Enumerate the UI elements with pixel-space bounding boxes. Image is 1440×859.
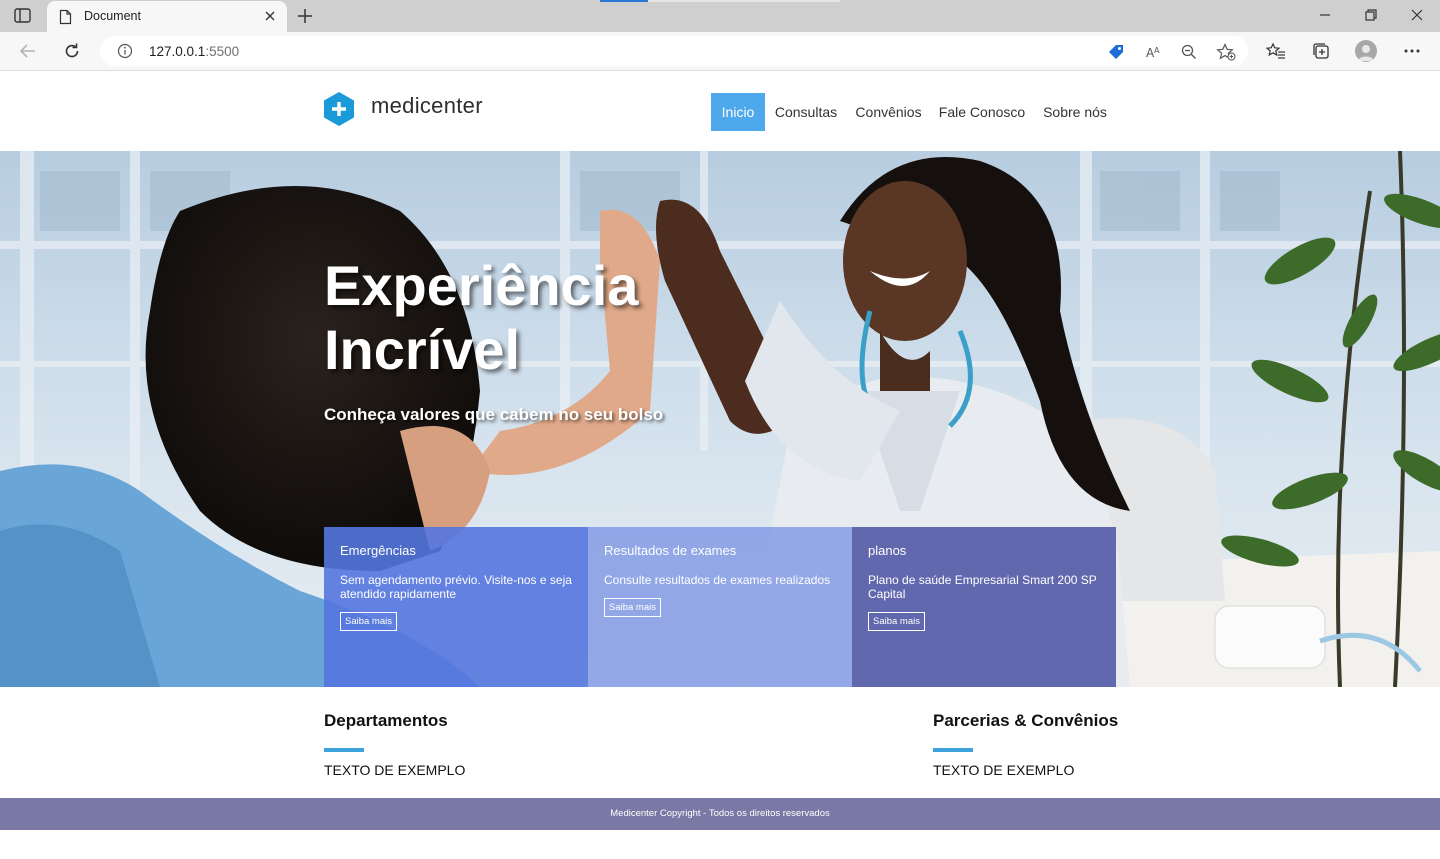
address-toolbar: 127.0.0.1:5500 AA (0, 32, 1440, 71)
url-host: 127.0.0.1 (149, 44, 206, 59)
section-text: TEXTO DE EXEMPLO (933, 762, 1075, 778)
restore-icon[interactable] (1364, 8, 1378, 27)
saiba-mais-button[interactable]: Saiba mais (604, 598, 661, 617)
back-arrow-icon[interactable] (18, 41, 38, 66)
url-port: :5500 (205, 44, 240, 59)
new-tab-icon[interactable] (296, 7, 314, 30)
card-text: Consulte resultados de exames realizados (604, 573, 831, 587)
card-planos: planos Plano de saúde Empresarial Smart … (852, 527, 1116, 687)
browser-tab-strip: Document (0, 0, 1440, 32)
saiba-mais-button[interactable]: Saiba mais (340, 612, 397, 631)
site-footer: Medicenter Copyright - Todos os direitos… (0, 798, 1440, 830)
document-icon (59, 9, 72, 30)
site-info-icon[interactable] (117, 43, 133, 64)
service-cards: Emergências Sem agendamento prévio. Visi… (324, 527, 1116, 687)
favorites-icon[interactable] (1265, 41, 1286, 66)
section-title: Departamentos (324, 711, 448, 730)
logo-text[interactable]: medicenter (371, 93, 483, 119)
nav-item-consultas[interactable]: Consultas (770, 93, 842, 131)
close-window-icon[interactable] (1410, 8, 1424, 27)
copyright-text: Medicenter Copyright - Todos os direitos… (610, 808, 830, 819)
site-header: medicenter Inicio Consultas Convênios Fa… (0, 71, 1440, 151)
nav-item-convenios[interactable]: Convênios (853, 93, 924, 131)
hero-title-line-1: Experiência (324, 254, 639, 317)
tab-actions-icon[interactable] (14, 8, 32, 24)
loading-indicator (600, 0, 840, 2)
collections-icon[interactable] (1311, 41, 1331, 66)
browser-tab[interactable]: Document (47, 1, 287, 32)
hero-title: Experiência Incrível (324, 254, 744, 382)
tab-title: Document (84, 9, 141, 23)
shopping-tag-icon[interactable] (1107, 43, 1125, 66)
hero-title-line-2: Incrível (324, 318, 521, 381)
card-title: Emergências (340, 543, 416, 558)
section-text: TEXTO DE EXEMPLO (324, 762, 466, 778)
svg-text:A: A (1154, 46, 1160, 55)
profile-avatar-icon[interactable] (1355, 40, 1377, 62)
address-bar[interactable]: 127.0.0.1:5500 AA (100, 36, 1248, 66)
nav-item-sobre-nos[interactable]: Sobre nós (1040, 93, 1110, 131)
close-tab-icon[interactable] (263, 9, 277, 28)
card-text: Plano de saúde Empresarial Smart 200 SP … (868, 573, 1097, 601)
section-parcerias-convenios: Parcerias & Convênios TEXTO DE EXEMPLO (933, 711, 1118, 778)
card-emergencias: Emergências Sem agendamento prévio. Visi… (324, 527, 588, 687)
read-aloud-icon[interactable]: AA (1145, 43, 1163, 66)
nav-item-inicio[interactable]: Inicio (711, 93, 765, 131)
card-text: Sem agendamento prévio. Visite-nos e sej… (340, 573, 572, 601)
hero-banner: Experiência Incrível Conheça valores que… (0, 151, 1440, 687)
section-title: Parcerias & Convênios (933, 711, 1119, 730)
nav-item-fale-conosco[interactable]: Fale Conosco (937, 93, 1027, 131)
reload-icon[interactable] (62, 41, 82, 66)
accent-divider (324, 748, 364, 752)
accent-divider (933, 748, 973, 752)
zoom-out-icon[interactable] (1180, 43, 1198, 66)
card-resultados-exames: Resultados de exames Consulte resultados… (588, 527, 852, 687)
url-text: 127.0.0.1:5500 (149, 44, 239, 59)
minimize-icon[interactable] (1318, 8, 1332, 27)
more-options-icon[interactable] (1402, 41, 1422, 66)
card-title: Resultados de exames (604, 543, 737, 558)
medicenter-logo-icon[interactable] (323, 91, 355, 132)
hero-subtitle: Conheça valores que cabem no seu bolso (324, 405, 664, 424)
section-departamentos: Departamentos TEXTO DE EXEMPLO (324, 711, 465, 778)
card-title: planos (868, 543, 907, 558)
saiba-mais-button[interactable]: Saiba mais (868, 612, 925, 631)
add-favorite-icon[interactable] (1216, 43, 1236, 66)
